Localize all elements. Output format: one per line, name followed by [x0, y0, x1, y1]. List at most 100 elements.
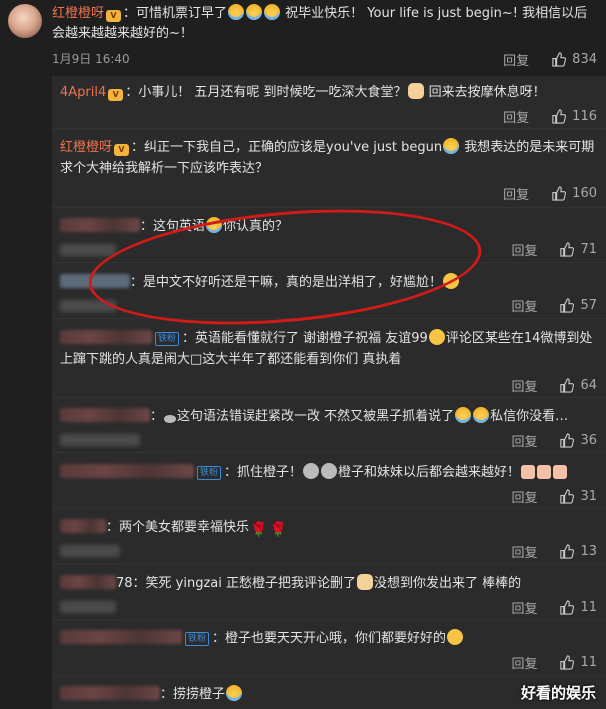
reply-button[interactable]: 回复	[511, 653, 537, 672]
thumbs-up-icon[interactable]	[559, 433, 575, 448]
reply-item: ： 这句语法错误赶紧改一改 不然又被黑子抓着说了 私信你没看…	[60, 406, 600, 427]
reply-button[interactable]: 回复	[511, 542, 537, 561]
reply-text: ：橙子也要天天开心哦，你们都要好好的	[212, 631, 447, 646]
reply-actions: 回复 11	[511, 598, 597, 617]
vip-icon: V	[108, 89, 124, 101]
thumbs-up-icon[interactable]	[559, 544, 575, 559]
vip-icon: V	[114, 144, 130, 156]
watermark: 好看的娱乐	[520, 684, 596, 702]
like-count: 13	[580, 544, 597, 559]
fan-badge: 铁粉	[197, 466, 222, 480]
reply-item: ：捞捞橙子	[60, 684, 600, 705]
reply-text: ：抓住橙子！	[224, 465, 303, 480]
like-count: 160	[572, 186, 597, 201]
reply-button[interactable]: 回复	[511, 376, 537, 395]
dog-emoji-icon	[407, 83, 424, 99]
blurred-username	[60, 464, 194, 478]
thumbs-up-icon[interactable]	[551, 52, 567, 67]
reply-actions: 回复 64	[511, 376, 597, 395]
laugh-cry-emoji-icon	[226, 685, 243, 701]
thumbs-up-icon[interactable]	[559, 242, 575, 257]
laugh-cry-emoji-icon	[455, 407, 472, 423]
reply-actions: 回复 71	[511, 240, 597, 259]
blurred-date	[60, 244, 116, 256]
divider	[52, 318, 606, 319]
divider	[52, 397, 606, 398]
reply-text: ：小事儿！ 五月还有呢 到时候吃一吃深大食堂？	[125, 85, 407, 100]
reply-text: 回来去按摩休息呀！	[424, 85, 546, 100]
reply-actions: 回复 11	[511, 653, 597, 672]
thumbs-up-icon[interactable]	[559, 378, 575, 393]
child-emoji-icon	[321, 463, 338, 479]
reply-actions: 回复 116	[503, 107, 597, 126]
reply-button[interactable]: 回复	[511, 296, 537, 315]
laugh-cry-emoji-icon	[246, 4, 263, 20]
reply-item: 红橙橙呀 V ：纠正一下我自己，正确的应该是you've just begun 我想…	[60, 137, 600, 179]
comment-text-part: ：可惜机票订早了	[123, 6, 228, 21]
kiss-emoji-icon	[428, 329, 445, 345]
reply-button[interactable]: 回复	[511, 431, 537, 450]
comment-username[interactable]: 红橙橙呀	[52, 6, 104, 21]
child-emoji-icon	[303, 463, 320, 479]
reply-text: ：英语能看懂就行了 谢谢橙子祝福 友谊99	[182, 331, 428, 346]
like-count: 64	[580, 378, 597, 393]
thumbs-up-icon[interactable]	[559, 298, 575, 313]
blurred-username	[60, 630, 182, 644]
thumbs-up-icon[interactable]	[551, 109, 567, 124]
reply-username[interactable]: 红橙橙呀	[60, 140, 112, 155]
reply-item: 铁粉 ：橙子也要天天开心哦，你们都要好好的	[60, 628, 600, 649]
rose-emoji-icon: 🌹	[269, 522, 287, 538]
divider	[52, 563, 606, 564]
reply-actions: 回复 160	[503, 184, 597, 203]
reply-text: ：	[150, 409, 164, 424]
laugh-cry-emoji-icon	[228, 4, 245, 20]
blurred-username	[60, 218, 140, 232]
thumbs-up-icon[interactable]	[551, 186, 567, 201]
comment-date: 1月9日 16:40	[52, 52, 130, 66]
divider	[52, 508, 606, 509]
divider	[52, 675, 606, 676]
reply-item: ：两个美女都要幸福快乐🌹 🌹	[60, 517, 600, 538]
like-count: 57	[580, 298, 597, 313]
laugh-cry-emoji-icon	[264, 4, 281, 20]
reply-button[interactable]: 回复	[503, 107, 529, 126]
rose-emoji-icon: 🌹	[250, 522, 268, 538]
reply-username[interactable]: 4April4	[60, 85, 106, 100]
blurred-date	[60, 434, 140, 446]
reply-text: 私信你没看…	[490, 409, 569, 424]
thumbs-up-icon[interactable]	[559, 489, 575, 504]
thumbs-up-icon[interactable]	[559, 600, 575, 615]
like-count: 31	[580, 489, 597, 504]
reply-button[interactable]: 回复	[511, 487, 537, 506]
laugh-cry-emoji-icon	[473, 407, 490, 423]
reply-item: 78：笑死 yingzai 正愁橙子把我评论删了 没想到你发出来了 棒棒的	[60, 573, 600, 594]
blurred-date	[60, 545, 120, 557]
blurred-username	[60, 519, 106, 533]
like-count: 71	[580, 242, 597, 257]
thumbs-up-icon[interactable]	[559, 655, 575, 670]
reply-text: 橙子和妹妹以后都会越来越好！	[338, 465, 521, 480]
fan-badge: 铁粉	[185, 632, 210, 646]
reply-text: ：捞捞橙子	[160, 687, 226, 702]
divider	[52, 207, 606, 208]
family-emoji-icon	[537, 465, 552, 479]
divider	[52, 128, 606, 129]
reply-actions: 回复 13	[511, 542, 597, 561]
family-emoji-icon	[553, 465, 568, 479]
like-count: 36	[580, 433, 597, 448]
like-count: 116	[572, 109, 597, 124]
like-count: 834	[572, 52, 597, 67]
reply-button[interactable]: 回复	[503, 50, 529, 69]
blurred-username	[60, 575, 116, 589]
reply-item: 铁粉 ：英语能看懂就行了 谢谢橙子祝福 友谊99 评论区某些在14微博到处上蹿下跳的…	[60, 328, 600, 370]
avatar[interactable]	[8, 4, 42, 38]
reply-text: 78：笑死 yingzai 正愁橙子把我评论删了	[116, 576, 357, 591]
reply-text: 没想到你发出来了 棒棒的	[374, 576, 522, 591]
reply-button[interactable]: 回复	[503, 184, 529, 203]
reply-button[interactable]: 回复	[511, 598, 537, 617]
family-emoji-icon	[521, 465, 536, 479]
comment-actions: 回复 834	[503, 50, 597, 69]
reply-button[interactable]: 回复	[511, 240, 537, 259]
main-comment: 红橙橙呀 V ：可惜机票订早了 祝毕业快乐！ Your life is just b…	[0, 0, 606, 78]
fan-badge: 铁粉	[155, 332, 180, 346]
